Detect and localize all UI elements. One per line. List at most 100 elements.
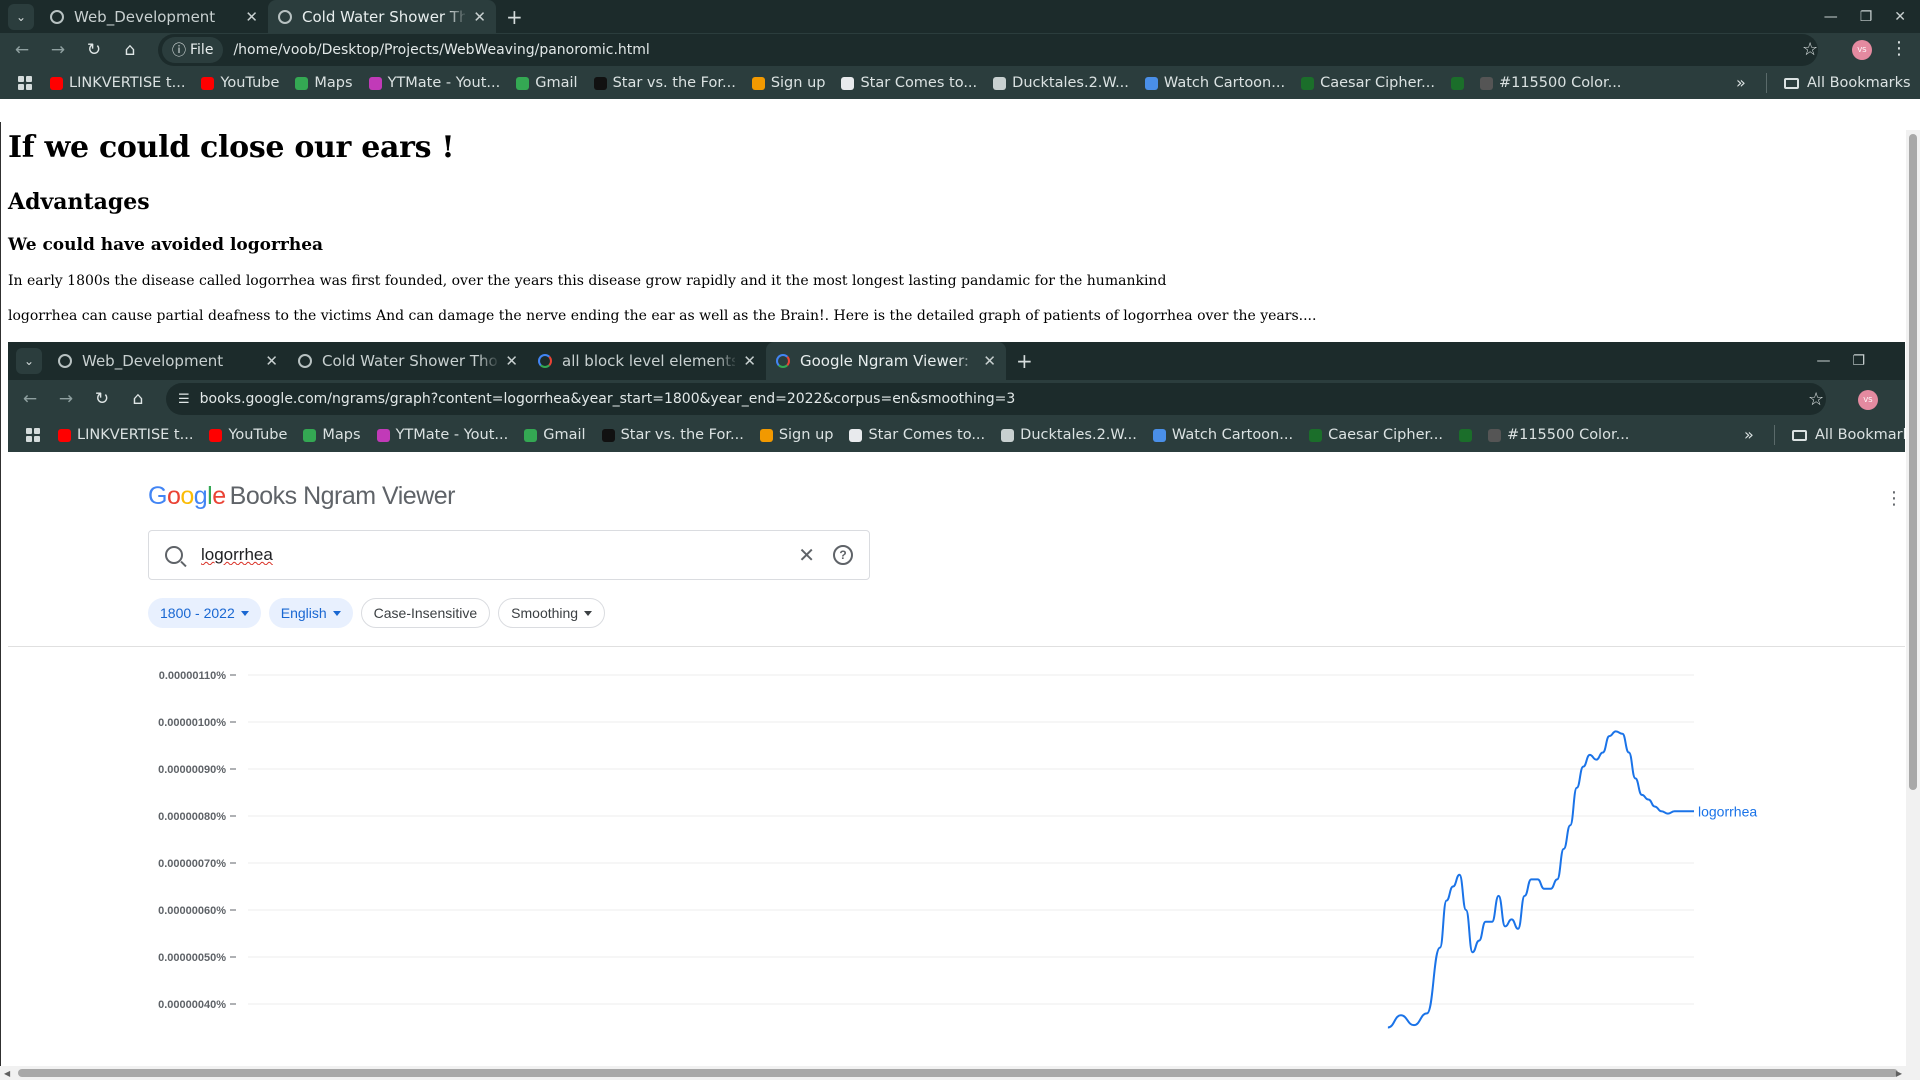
- bookmark-item[interactable]: Watch Cartoon...: [1152, 427, 1294, 443]
- tab-search-button[interactable]: ⌄: [8, 3, 34, 30]
- apps-grid-icon[interactable]: [26, 428, 40, 442]
- close-tab-icon[interactable]: ✕: [983, 352, 996, 370]
- tab-title: all block level elements i: [562, 352, 736, 370]
- bookmark-favicon-icon: [1152, 428, 1166, 442]
- minimize-icon[interactable]: —: [1824, 9, 1838, 25]
- bookmark-favicon-icon: [201, 76, 215, 90]
- back-icon[interactable]: ←: [12, 389, 48, 409]
- bookmark-item[interactable]: Maps: [303, 427, 361, 443]
- close-tab-icon[interactable]: ✕: [245, 8, 258, 26]
- bookmark-item[interactable]: YTMate - Yout...: [376, 427, 508, 443]
- horizontal-scroll-thumb[interactable]: [18, 1069, 1898, 1077]
- menu-kebab-icon[interactable]: ⋮: [1890, 38, 1908, 59]
- bookmark-item[interactable]: Star Comes to...: [849, 427, 985, 443]
- embedded-tab-cold-water[interactable]: Cold Water Shower Thou ✕: [288, 342, 528, 380]
- bookmark-item[interactable]: Caesar Cipher...: [1301, 75, 1435, 91]
- folder-icon: [1784, 77, 1799, 89]
- outer-tab-web-development[interactable]: Web_Development ✕: [40, 0, 268, 33]
- reload-icon[interactable]: ↻: [84, 389, 120, 409]
- address-bar[interactable]: ⓘ File /home/voob/Desktop/Projects/WebWe…: [158, 34, 1818, 66]
- bookmark-item[interactable]: #115500 Color...: [1479, 75, 1622, 91]
- clear-icon[interactable]: ✕: [798, 543, 815, 568]
- all-bookmarks-label: All Bookmark: [1815, 427, 1905, 443]
- bookmark-item[interactable]: YTMate - Yout...: [368, 75, 500, 91]
- vertical-scrollbar[interactable]: [1906, 130, 1920, 1066]
- bookmark-item[interactable]: Gmail: [524, 427, 586, 443]
- home-icon[interactable]: ⌂: [112, 40, 148, 60]
- address-bar[interactable]: ☰ books.google.com/ngrams/graph?content=…: [166, 383, 1826, 415]
- paragraph-graph-intro: logorrhea can cause partial deafness to …: [8, 307, 1317, 324]
- embedded-tab-ngram[interactable]: Google Ngram Viewer: lo ✕: [766, 342, 1006, 380]
- more-bookmarks-icon[interactable]: »: [1736, 73, 1746, 92]
- bookmark-item[interactable]: [1450, 76, 1464, 90]
- language-dropdown[interactable]: English: [268, 598, 353, 628]
- apps-grid-icon[interactable]: [18, 76, 32, 90]
- embedded-tab-block-elements[interactable]: all block level elements i ✕: [528, 342, 766, 380]
- more-options-icon[interactable]: ⋮: [1885, 488, 1903, 509]
- forward-icon[interactable]: →: [48, 389, 84, 409]
- bookmark-item[interactable]: Ducktales.2.W...: [993, 75, 1129, 91]
- case-insensitive-toggle[interactable]: Case-Insensitive: [360, 598, 491, 628]
- home-icon[interactable]: ⌂: [120, 389, 156, 409]
- bookmark-item[interactable]: Star vs. the For...: [601, 427, 744, 443]
- bookmark-item[interactable]: Caesar Cipher...: [1309, 427, 1443, 443]
- more-bookmarks-icon[interactable]: »: [1744, 425, 1754, 444]
- tab-search-button[interactable]: ⌄: [16, 348, 42, 374]
- series-label[interactable]: logorrhea: [1698, 803, 1757, 819]
- bookmark-favicon-icon: [295, 76, 309, 90]
- bookmark-item[interactable]: Sign up: [759, 427, 833, 443]
- bookmark-label: Watch Cartoon...: [1171, 427, 1294, 443]
- ngram-search-input[interactable]: [201, 545, 761, 565]
- avatar[interactable]: VS: [1852, 40, 1872, 60]
- bookmark-item[interactable]: LINKVERTISE t...: [58, 427, 193, 443]
- forward-icon[interactable]: →: [40, 40, 76, 60]
- maximize-icon[interactable]: ❐: [1852, 353, 1865, 369]
- bookmark-item[interactable]: LINKVERTISE t...: [50, 75, 185, 91]
- info-icon: ⓘ: [172, 43, 186, 59]
- close-tab-icon[interactable]: ✕: [265, 352, 278, 370]
- restore-icon[interactable]: ❐: [1860, 9, 1873, 25]
- bookmark-item[interactable]: YouTube: [201, 75, 279, 91]
- bookmark-item[interactable]: [1458, 428, 1472, 442]
- close-tab-icon[interactable]: ✕: [743, 352, 756, 370]
- outer-tab-cold-water[interactable]: Cold Water Shower Thou ✕: [268, 0, 496, 33]
- bookmark-item[interactable]: Gmail: [516, 75, 578, 91]
- bookmark-item[interactable]: Watch Cartoon...: [1144, 75, 1285, 91]
- bookmark-item[interactable]: Sign up: [751, 75, 825, 91]
- bookmark-star-icon[interactable]: ☆: [1808, 389, 1824, 410]
- bookmark-star-icon[interactable]: ☆: [1802, 39, 1818, 60]
- help-icon[interactable]: ?: [833, 545, 853, 565]
- horizontal-scrollbar[interactable]: ◀ ▶: [0, 1066, 1920, 1080]
- back-icon[interactable]: ←: [4, 40, 40, 60]
- all-bookmarks-button[interactable]: All Bookmark: [1792, 427, 1905, 443]
- bookmark-item[interactable]: Star vs. the For...: [593, 75, 736, 91]
- minimize-icon[interactable]: —: [1816, 353, 1830, 369]
- scroll-right-icon[interactable]: ▶: [1896, 1069, 1902, 1078]
- y-tick-label: 0.00000060%: [158, 905, 226, 917]
- reload-icon[interactable]: ↻: [76, 40, 112, 60]
- site-info-chip[interactable]: ⓘ File: [162, 37, 224, 63]
- smoothing-dropdown[interactable]: Smoothing: [498, 598, 606, 628]
- bookmark-item[interactable]: Star Comes to...: [841, 75, 977, 91]
- bookmark-item[interactable]: YouTube: [209, 427, 287, 443]
- avatar[interactable]: VS: [1858, 390, 1878, 410]
- vertical-scroll-thumb[interactable]: [1909, 134, 1917, 790]
- new-tab-button[interactable]: +: [506, 5, 523, 29]
- new-tab-button[interactable]: +: [1016, 349, 1033, 373]
- close-window-icon[interactable]: ✕: [1894, 9, 1906, 25]
- bookmark-item[interactable]: #115500 Color...: [1487, 427, 1629, 443]
- close-tab-icon[interactable]: ✕: [505, 352, 518, 370]
- bookmark-item[interactable]: Maps: [295, 75, 353, 91]
- bookmark-favicon-icon: [376, 428, 390, 442]
- bookmark-favicon-icon: [1001, 428, 1015, 442]
- site-settings-icon[interactable]: ☰: [178, 392, 190, 407]
- close-tab-icon[interactable]: ✕: [473, 8, 486, 26]
- embedded-tab-web-development[interactable]: Web_Development ✕: [48, 342, 288, 380]
- bookmark-item[interactable]: Ducktales.2.W...: [1001, 427, 1137, 443]
- bookmark-label: #115500 Color...: [1498, 75, 1622, 91]
- scroll-left-icon[interactable]: ◀: [4, 1069, 10, 1078]
- year-range-dropdown[interactable]: 1800 - 2022: [148, 598, 261, 628]
- google-books-ngram-logo[interactable]: Google Books Ngram Viewer: [148, 482, 456, 511]
- all-bookmarks-button[interactable]: All Bookmarks: [1784, 75, 1911, 91]
- series-line-logorrhea[interactable]: [1387, 730, 1694, 1029]
